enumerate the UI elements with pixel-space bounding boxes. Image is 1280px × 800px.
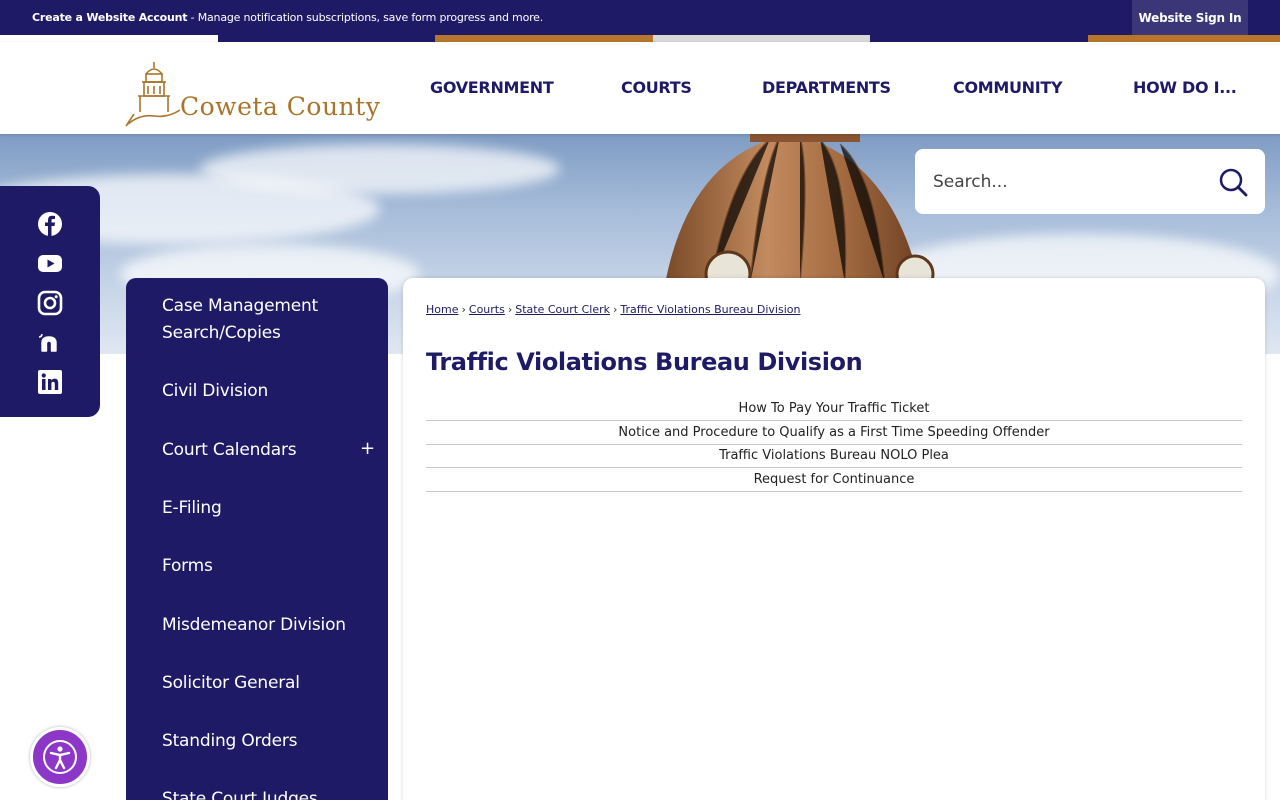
nav-departments[interactable]: DEPARTMENTS: [762, 78, 891, 97]
site-logo[interactable]: Coweta County: [124, 60, 380, 130]
sidebar-item-court-calendars[interactable]: Court Calendars: [162, 437, 297, 464]
sidebar-item-forms[interactable]: Forms: [162, 553, 213, 580]
breadcrumb: Home › Courts › State Court Clerk › Traffic Vi…: [426, 303, 800, 316]
accent-stripe: [1088, 35, 1280, 42]
sign-in-button[interactable]: Website Sign In: [1132, 0, 1248, 35]
accent-stripe: [653, 35, 870, 42]
accent-stripe: [435, 35, 653, 42]
breadcrumb-separator: ›: [507, 303, 513, 316]
document-link[interactable]: Notice and Procedure to Qualify as a Fir…: [426, 421, 1242, 445]
youtube-icon[interactable]: [37, 250, 63, 276]
sidebar-item-e-filing[interactable]: E-Filing: [162, 495, 222, 522]
sidebar-item-state-court-judges[interactable]: State Court Judges: [162, 786, 318, 800]
accessibility-icon: [43, 740, 77, 774]
courthouse-logo-icon: [125, 62, 181, 127]
breadcrumb-state-court-clerk[interactable]: State Court Clerk: [515, 303, 610, 316]
create-account-message: - Manage notification subscriptions, sav…: [187, 11, 544, 24]
sidebar-item-civil-division[interactable]: Civil Division: [162, 378, 268, 405]
document-link[interactable]: Traffic Violations Bureau NOLO Plea: [426, 445, 1242, 469]
sidebar-item-solicitor-general[interactable]: Solicitor General: [162, 670, 300, 697]
cloud: [200, 144, 560, 194]
sidebar-item-case-management[interactable]: Case Management Search/Copies: [162, 293, 352, 347]
page-title: Traffic Violations Bureau Division: [426, 348, 863, 376]
document-link[interactable]: Request for Continuance: [426, 468, 1242, 492]
breadcrumb-current[interactable]: Traffic Violations Bureau Division: [620, 303, 800, 316]
main-content: Home › Courts › State Court Clerk › Traffic Vi…: [403, 278, 1265, 800]
expand-toggle[interactable]: +: [360, 438, 375, 459]
accessibility-button[interactable]: [30, 727, 90, 787]
sidebar-item-misdemeanor-division[interactable]: Misdemeanor Division: [162, 612, 346, 639]
nav-how-do-i[interactable]: HOW DO I...: [1133, 78, 1237, 97]
facebook-icon[interactable]: [37, 211, 63, 237]
nav-government[interactable]: GOVERNMENT: [430, 78, 554, 97]
document-list: How To Pay Your Traffic Ticket Notice an…: [426, 397, 1242, 492]
accent-stripe: [870, 35, 1088, 42]
accent-stripe: [218, 35, 435, 42]
instagram-icon[interactable]: [37, 290, 63, 316]
top-utility-bar: Create a Website Account - Manage notifi…: [0, 0, 1280, 35]
logo-wordmark: Coweta County: [180, 92, 381, 121]
document-link[interactable]: How To Pay Your Traffic Ticket: [426, 397, 1242, 421]
search-icon[interactable]: [1217, 166, 1249, 198]
create-account-link[interactable]: Create a Website Account: [32, 11, 188, 24]
site-search: [915, 149, 1265, 214]
nav-courts[interactable]: COURTS: [621, 78, 692, 97]
breadcrumb-separator: ›: [612, 303, 618, 316]
search-input[interactable]: [933, 169, 1203, 195]
create-account-banner[interactable]: Create a Website Account - Manage notifi…: [32, 11, 543, 24]
breadcrumb-separator: ›: [461, 303, 466, 316]
sidebar-item-standing-orders[interactable]: Standing Orders: [162, 728, 298, 755]
nav-community[interactable]: COMMUNITY: [953, 78, 1063, 97]
breadcrumb-home[interactable]: Home: [426, 303, 458, 316]
nextdoor-icon[interactable]: [37, 329, 63, 355]
section-sidebar-nav: Case Management Search/Copies Civil Divi…: [126, 278, 388, 800]
site-header: Coweta County GOVERNMENT COURTS DEPARTME…: [0, 42, 1280, 134]
social-media-bar: [0, 186, 100, 417]
linkedin-icon[interactable]: [37, 369, 63, 395]
breadcrumb-courts[interactable]: Courts: [469, 303, 505, 316]
